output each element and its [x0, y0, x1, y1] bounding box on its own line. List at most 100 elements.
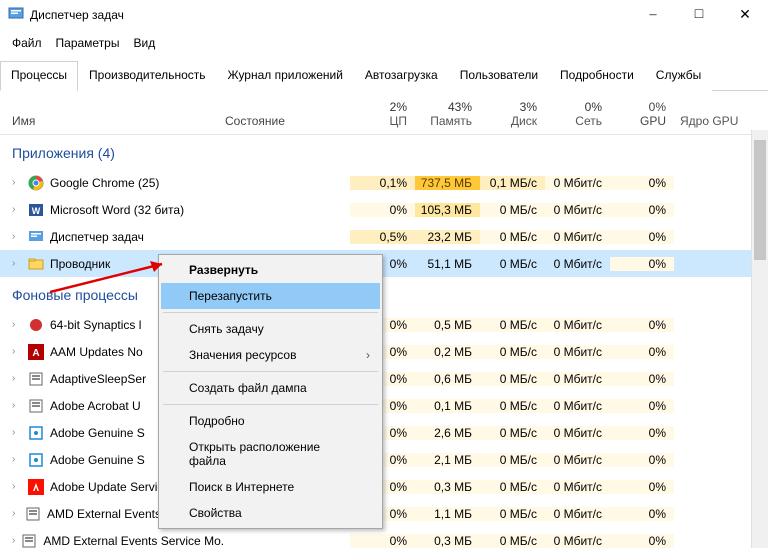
- disk-cell: 0 МБ/с: [480, 203, 545, 217]
- process-row[interactable]: ›Adobe Update Service (32 бита)0%0,3 МБ0…: [0, 473, 768, 500]
- cm-create-dump[interactable]: Создать файл дампа: [161, 375, 380, 401]
- menu-view[interactable]: Вид: [127, 32, 161, 54]
- gpu-cell: 0%: [610, 318, 674, 332]
- process-icon: [28, 256, 44, 272]
- cm-resource-values[interactable]: Значения ресурсов: [161, 342, 380, 368]
- process-icon: [28, 479, 44, 495]
- process-row[interactable]: ›Диспетчер задач0,5%23,2 МБ0 МБ/с0 Мбит/…: [0, 223, 768, 250]
- process-name: AMD External Events Service Mo...: [43, 534, 225, 548]
- maximize-button[interactable]: □: [676, 0, 722, 30]
- process-row[interactable]: ›AMD External Events Service Mo...0%0,3 …: [0, 527, 768, 554]
- app-icon: [8, 7, 24, 23]
- expand-chevron-icon[interactable]: ›: [12, 535, 15, 546]
- expand-chevron-icon[interactable]: ›: [12, 258, 22, 269]
- col-header-state[interactable]: Состояние: [225, 114, 350, 134]
- network-cell: 0 Мбит/с: [545, 257, 610, 271]
- network-cell: 0 Мбит/с: [545, 372, 610, 386]
- process-row[interactable]: ›Проводник0%51,1 МБ0 МБ/с0 Мбит/с0%: [0, 250, 768, 277]
- tab-users[interactable]: Пользователи: [449, 61, 549, 91]
- process-name-cell: › Google Chrome (25): [0, 175, 225, 191]
- process-icon: [28, 371, 44, 387]
- cm-open-location[interactable]: Открыть расположение файла: [161, 434, 380, 474]
- disk-cell: 0 МБ/с: [480, 399, 545, 413]
- gpu-cell: 0%: [610, 372, 674, 386]
- cm-search-online[interactable]: Поиск в Интернете: [161, 474, 380, 500]
- process-row[interactable]: ›AdaptiveSleepSer0%0,6 МБ0 МБ/с0 Мбит/с0…: [0, 365, 768, 392]
- tab-performance[interactable]: Производительность: [78, 61, 216, 91]
- cm-expand[interactable]: Развернуть: [161, 257, 380, 283]
- mem-label: Память: [430, 114, 472, 128]
- process-row[interactable]: ›AAAM Updates No0%0,2 МБ0 МБ/с0 Мбит/с0%: [0, 338, 768, 365]
- process-row[interactable]: ›Adobe Genuine S0%2,6 МБ0 МБ/с0 Мбит/с0%: [0, 419, 768, 446]
- process-row[interactable]: ›Google Chrome (25)0,1%737,5 МБ0,1 МБ/с0…: [0, 169, 768, 196]
- network-cell: 0 Мбит/с: [545, 203, 610, 217]
- col-header-disk[interactable]: 3% Диск: [480, 100, 545, 134]
- expand-chevron-icon[interactable]: ›: [12, 400, 22, 411]
- disk-cell: 0 МБ/с: [480, 507, 545, 521]
- minimize-button[interactable]: –: [630, 0, 676, 30]
- cm-end-task[interactable]: Снять задачу: [161, 316, 380, 342]
- memory-cell: 51,1 МБ: [415, 257, 480, 271]
- tab-startup[interactable]: Автозагрузка: [354, 61, 449, 91]
- svg-text:W: W: [32, 206, 41, 216]
- network-cell: 0 Мбит/с: [545, 507, 610, 521]
- disk-cell: 0 МБ/с: [480, 534, 545, 548]
- cpu-label: ЦП: [389, 114, 407, 128]
- tab-services[interactable]: Службы: [645, 61, 712, 91]
- cpu-cell: 0%: [350, 203, 415, 217]
- cm-details[interactable]: Подробно: [161, 408, 380, 434]
- expand-chevron-icon[interactable]: ›: [12, 319, 22, 330]
- cm-properties[interactable]: Свойства: [161, 500, 380, 526]
- memory-cell: 0,3 МБ: [415, 480, 480, 494]
- network-cell: 0 Мбит/с: [545, 426, 610, 440]
- process-name: Google Chrome (25): [50, 176, 159, 190]
- scrollbar-thumb[interactable]: [754, 140, 766, 260]
- process-icon: [28, 175, 44, 191]
- memory-cell: 2,1 МБ: [415, 453, 480, 467]
- process-row[interactable]: ›Adobe Genuine S0%2,1 МБ0 МБ/с0 Мбит/с0%: [0, 446, 768, 473]
- network-cell: 0 Мбит/с: [545, 399, 610, 413]
- expand-chevron-icon[interactable]: ›: [12, 373, 22, 384]
- menu-params[interactable]: Параметры: [50, 32, 126, 54]
- gpu-cell: 0%: [610, 230, 674, 244]
- expand-chevron-icon[interactable]: ›: [12, 427, 22, 438]
- col-header-memory[interactable]: 43% Память: [415, 100, 480, 134]
- expand-chevron-icon[interactable]: ›: [12, 204, 22, 215]
- gpu-cell: 0%: [610, 480, 674, 494]
- memory-cell: 1,1 МБ: [415, 507, 480, 521]
- process-name: Adobe Genuine S: [50, 453, 145, 467]
- tab-app-history[interactable]: Журнал приложений: [217, 61, 354, 91]
- tab-details[interactable]: Подробности: [549, 61, 645, 91]
- menu-file[interactable]: Файл: [6, 32, 48, 54]
- expand-chevron-icon[interactable]: ›: [12, 508, 19, 519]
- window-buttons: – □ ✕: [630, 0, 768, 30]
- process-name-cell: ›WMicrosoft Word (32 бита): [0, 202, 225, 218]
- gpu-cell: 0%: [610, 345, 674, 359]
- process-name: Adobe Genuine S: [50, 426, 145, 440]
- cm-restart[interactable]: Перезапустить: [161, 283, 380, 309]
- col-header-gpu[interactable]: 0% GPU: [610, 100, 674, 134]
- process-row[interactable]: ›64-bit Synaptics l0%0,5 МБ0 МБ/с0 Мбит/…: [0, 311, 768, 338]
- expand-chevron-icon[interactable]: ›: [12, 454, 22, 465]
- col-header-name[interactable]: Имя: [0, 114, 225, 134]
- cm-sep: [163, 312, 378, 313]
- expand-chevron-icon[interactable]: ›: [12, 231, 22, 242]
- process-name: Adobe Acrobat U: [50, 399, 141, 413]
- expand-chevron-icon[interactable]: ›: [12, 177, 22, 188]
- cm-sep: [163, 371, 378, 372]
- col-header-cpu[interactable]: 2% ЦП: [350, 100, 415, 134]
- process-icon: [28, 229, 44, 245]
- network-cell: 0 Мбит/с: [545, 453, 610, 467]
- tab-processes[interactable]: Процессы: [0, 61, 78, 91]
- process-row[interactable]: ›AMD External Events Client Mo...0%1,1 М…: [0, 500, 768, 527]
- col-header-net[interactable]: 0% Сеть: [545, 100, 610, 134]
- process-row[interactable]: ›WMicrosoft Word (32 бита)0%105,3 МБ0 МБ…: [0, 196, 768, 223]
- vertical-scrollbar[interactable]: [751, 130, 768, 548]
- group-background: Фоновые процессы: [0, 277, 768, 311]
- expand-chevron-icon[interactable]: ›: [12, 346, 22, 357]
- process-icon: [28, 425, 44, 441]
- expand-chevron-icon[interactable]: ›: [12, 481, 22, 492]
- gpu-cell: 0%: [610, 203, 674, 217]
- close-button[interactable]: ✕: [722, 0, 768, 30]
- process-row[interactable]: ›Adobe Acrobat U0%0,1 МБ0 МБ/с0 Мбит/с0%: [0, 392, 768, 419]
